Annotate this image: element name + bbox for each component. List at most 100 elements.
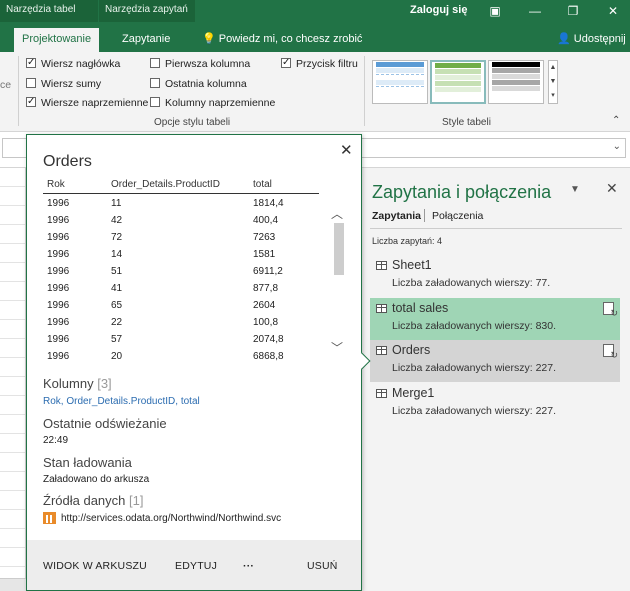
table-icon: [376, 304, 387, 313]
context-tab-table-tools[interactable]: Narzędzia tabel: [0, 0, 98, 22]
last-refresh-heading: Ostatnie odświeżanie: [43, 416, 167, 431]
chevron-down-icon[interactable]: ⌄: [613, 141, 621, 152]
columns-heading: Kolumny [3]: [43, 376, 112, 391]
table-style-blue[interactable]: [372, 60, 428, 104]
pane-divider: [370, 228, 622, 229]
table-row: 1996 65 2604: [47, 300, 276, 311]
table-row: 1996 57 2074,8: [47, 334, 284, 345]
scroll-down-icon[interactable]: ﹀: [331, 339, 343, 356]
style-gallery-scroll[interactable]: ▲ ▼ ▾: [548, 60, 558, 104]
query-item-sheet1[interactable]: Sheet1 Liczba załadowanych wierszy: 77.: [370, 255, 620, 297]
tab-design[interactable]: Projektowanie: [14, 28, 100, 52]
context-tab-query-tools[interactable]: Narzędzia zapytań: [99, 0, 195, 22]
query-item-merge1[interactable]: Merge1 Liczba załadowanych wierszy: 227.: [370, 383, 620, 425]
table-row: 1996 11 1814,4: [47, 198, 284, 209]
table-row: 1996 42 400,4: [47, 215, 279, 226]
tell-me-input[interactable]: 💡 Powiedz mi, co chcesz zrobić: [202, 32, 362, 45]
card-footer: WIDOK W ARKUSZU EDYTUJ ··· USUŃ: [27, 540, 361, 590]
query-peek-card: Orders ✕ Rok Order_Details.ProductID tot…: [26, 134, 362, 591]
queries-pane: Zapytania i połączenia ▼ ✕ Zapytania Poł…: [362, 168, 630, 591]
query-rows: Liczba załadowanych wierszy: 227.: [392, 362, 557, 374]
data-source-icon: [43, 512, 56, 524]
refresh-icon[interactable]: [603, 344, 618, 361]
login-link[interactable]: Zaloguj się: [410, 4, 467, 16]
table-icon: [376, 389, 387, 398]
edit-button[interactable]: EDYTUJ: [175, 560, 217, 572]
collapse-ribbon-icon[interactable]: ⌃: [612, 115, 620, 126]
table-style-dark[interactable]: [488, 60, 544, 104]
column-header: Rok: [47, 179, 65, 190]
title-bar: Narzędzia tabel Narzędzia zapytań Zalogu…: [0, 0, 630, 22]
refresh-icon[interactable]: [603, 302, 618, 319]
header-underline: [43, 193, 319, 194]
table-row: 1996 51 6911,2: [47, 266, 283, 277]
scroll-up-icon[interactable]: ︿: [331, 205, 343, 222]
load-status-heading: Stan ładowania: [43, 455, 132, 470]
option-header-row[interactable]: Wiersz nagłówka: [26, 56, 120, 71]
ribbon-separator: [364, 56, 365, 126]
option-first-column[interactable]: Pierwsza kolumna: [150, 57, 250, 71]
checkbox-unchecked[interactable]: [150, 97, 160, 107]
card-close-icon[interactable]: ✕: [340, 141, 353, 159]
tab-connections[interactable]: Połączenia: [432, 210, 483, 222]
share-button[interactable]: 👤 Udostępnij: [557, 32, 626, 45]
table-row: 1996 22 100,8: [47, 317, 279, 328]
query-item-orders[interactable]: Orders Liczba załadowanych wierszy: 227.: [370, 340, 620, 382]
ribbon-body: ce Wiersz nagłówka Wiersz sumy Wiersze n…: [0, 52, 630, 132]
ribbon-tabs: Projektowanie Zapytanie 💡 Powiedz mi, co…: [0, 22, 630, 52]
option-last-column[interactable]: Ostatnia kolumna: [150, 77, 247, 91]
minimize-icon[interactable]: —: [520, 2, 550, 20]
last-refresh-value: 22:49: [43, 435, 69, 446]
table-row: 1996 20 6868,8: [47, 351, 284, 362]
column-header: Order_Details.ProductID: [111, 179, 220, 190]
pane-options-icon[interactable]: ▼: [570, 184, 580, 195]
delete-button[interactable]: USUŃ: [307, 560, 338, 572]
option-banded-rows[interactable]: Wiersze naprzemienne: [26, 95, 148, 110]
checkbox-unchecked[interactable]: [26, 78, 36, 88]
query-name: total sales: [392, 301, 449, 315]
tell-me-text: Powiedz mi, co chcesz zrobić: [218, 33, 363, 45]
data-source-url: http://services.odata.org/Northwind/Nort…: [61, 513, 282, 524]
scrollbar-thumb[interactable]: [334, 223, 344, 275]
share-label: Udostępnij: [573, 33, 626, 45]
load-status-value: Załadowano do arkusza: [43, 474, 150, 485]
query-item-total-sales[interactable]: total sales Liczba załadowanych wierszy:…: [370, 298, 620, 340]
table-style-green[interactable]: [430, 60, 486, 104]
data-sources-heading: Źródła danych [1]: [43, 493, 144, 508]
table-row: 1996 41 877,8: [47, 283, 279, 294]
pane-title: Zapytania i połączenia: [372, 182, 552, 202]
query-name: Merge1: [392, 386, 435, 400]
table-icon: [376, 261, 387, 270]
option-total-row[interactable]: Wiersz sumy: [26, 77, 101, 91]
sheet-grid[interactable]: [0, 168, 26, 578]
close-window-icon[interactable]: ✕: [598, 2, 628, 20]
checkbox-checked[interactable]: [26, 56, 36, 70]
query-name: Orders: [392, 343, 431, 357]
option-filter-button[interactable]: Przycisk filtru: [281, 56, 358, 71]
view-in-sheet-button[interactable]: WIDOK W ARKUSZU: [43, 560, 147, 572]
group-label-style-options: Opcje stylu tabeli: [154, 117, 231, 128]
query-count: Liczba zapytań: 4: [372, 236, 443, 246]
query-rows: Liczba załadowanych wierszy: 227.: [392, 405, 557, 417]
column-header: total: [253, 179, 272, 190]
pane-tab-separator: [424, 209, 425, 222]
option-banded-columns[interactable]: Kolumny naprzemienne: [150, 96, 275, 110]
columns-list-link[interactable]: Rok, Order_Details.ProductID, total: [43, 396, 200, 407]
checkbox-checked[interactable]: [281, 56, 291, 70]
restore-icon[interactable]: ❐: [558, 2, 588, 20]
query-rows: Liczba załadowanych wierszy: 830.: [392, 320, 557, 332]
checkbox-checked[interactable]: [26, 95, 36, 109]
checkbox-unchecked[interactable]: [150, 58, 160, 68]
table-row: 1996 72 7263: [47, 232, 276, 243]
checkbox-unchecked[interactable]: [150, 78, 160, 88]
pane-close-icon[interactable]: ✕: [606, 180, 618, 197]
tab-queries[interactable]: Zapytania: [372, 210, 421, 222]
sheet-bottom-strip: [0, 578, 26, 591]
query-name: Sheet1: [392, 258, 432, 272]
more-options-icon[interactable]: ···: [243, 560, 254, 572]
ribbon-display-icon[interactable]: ▣: [480, 2, 510, 20]
table-icon: [376, 346, 387, 355]
card-title: Orders: [43, 153, 92, 170]
tab-query[interactable]: Zapytanie: [114, 28, 178, 52]
ribbon-separator: [18, 56, 19, 126]
